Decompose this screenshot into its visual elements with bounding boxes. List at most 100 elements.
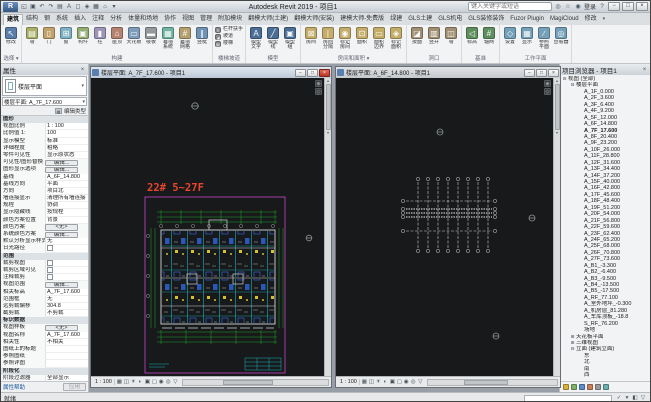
ribbon-panel-label[interactable]: 房间和面积 ▾ (303, 55, 404, 63)
view-minimize-button[interactable]: − (295, 69, 306, 77)
view-canvas[interactable]: ◉ ◎ ▴ ▾ (336, 78, 560, 376)
ribbon-panel-label[interactable]: 基准 (464, 55, 497, 63)
ribbon-button[interactable]: ◉ 标记 房间 (337, 26, 353, 50)
view-control-icon[interactable]: ◉ (403, 379, 410, 385)
maximize-button[interactable]: □ (622, 2, 634, 11)
property-value[interactable]: 304.8 (45, 303, 88, 310)
ribbon-button[interactable]: # 幕墙 网格 (177, 26, 193, 50)
scrollbar-thumb[interactable] (223, 380, 272, 385)
property-row[interactable]: 显示模型 标准 (1, 138, 88, 145)
property-value[interactable] (45, 267, 88, 274)
help-icon[interactable]: ? (598, 2, 606, 12)
view-control-icon[interactable]: ◫ (368, 379, 375, 385)
ribbon-button[interactable]: ∥ 竖梃 (194, 26, 210, 50)
zoom-icon[interactable]: ◎ (315, 88, 322, 95)
view-control-icon[interactable]: ◐ (137, 379, 144, 385)
workset-field[interactable] (524, 395, 612, 402)
property-value[interactable]: 编辑... (45, 232, 78, 238)
ribbon-tab[interactable]: 建模大师-免费版 (337, 14, 387, 25)
ribbon-button[interactable]: ▦ 幕墙 系统 (160, 26, 176, 50)
ribbon-tab[interactable]: 插入 (71, 14, 89, 25)
close-button[interactable]: × (636, 2, 648, 11)
qat-icon[interactable]: ◈ (83, 2, 91, 12)
qat-icon[interactable]: ▤ (56, 2, 64, 12)
ribbon-panel-label[interactable]: 工作平面 (502, 55, 569, 63)
ribbon-tab[interactable]: MagiCloud (547, 14, 582, 25)
ribbon-button[interactable]: ▬ 楼板 (143, 26, 159, 50)
ribbon-button[interactable]: ⊞ 窗 (58, 26, 74, 50)
edit-type-button[interactable]: 编辑类型 (64, 107, 86, 115)
property-row[interactable]: 相关标高 A_7F_17.600 (1, 289, 88, 296)
ribbon-tab[interactable]: 修改 (582, 14, 600, 25)
view-control-icon[interactable]: ▢ (396, 379, 403, 385)
view-canvas[interactable]: 22# 5~27F (91, 78, 331, 376)
browser-tool-icon[interactable] (603, 384, 609, 390)
view-control-icon[interactable]: ▣ (389, 379, 396, 385)
property-value[interactable]: 显示原状态 (45, 152, 88, 159)
property-row[interactable]: 颜色方案位置 背景 (1, 217, 88, 224)
property-value[interactable]: 编辑... (45, 167, 78, 173)
ribbon-panel-label[interactable]: 洞口 (409, 55, 459, 63)
property-value[interactable]: 平面 (45, 181, 88, 188)
ribbon-tab[interactable]: 结构 (23, 14, 41, 25)
ribbon-button[interactable]: ◪ 按面 (409, 26, 425, 50)
scrollbar-thumb[interactable] (464, 380, 508, 385)
property-row[interactable]: 图纸上的标题 (1, 346, 88, 353)
property-row[interactable]: 可见性/图形替换 编辑... (1, 159, 88, 166)
statusbar-icon[interactable]: ▽ (639, 395, 647, 401)
property-value[interactable] (45, 353, 88, 360)
property-value[interactable]: 标准 (45, 138, 88, 145)
property-row[interactable]: 颜色方案 <无> (1, 224, 88, 231)
property-row[interactable]: 系统颜色方案 编辑... (1, 231, 88, 238)
vertical-scrollbar[interactable]: ▴ ▾ (553, 78, 560, 376)
navigation-wheel-icon[interactable]: ◉ (315, 80, 322, 87)
ribbon-tab[interactable]: 系统 (53, 14, 71, 25)
ribbon-button[interactable]: ◎ 查看器 (553, 26, 569, 50)
ribbon-button[interactable]: ▣ 构件 (75, 26, 91, 50)
minimize-button[interactable]: − (608, 2, 620, 11)
property-row[interactable]: 范围 (1, 253, 88, 260)
property-value[interactable]: 100 (45, 130, 88, 137)
property-value[interactable] (45, 360, 88, 367)
property-value[interactable]: 按规程 (45, 209, 88, 216)
property-value[interactable]: A_6F_14.800 (45, 174, 88, 181)
property-value[interactable]: 清理所有墙连接 (45, 195, 88, 202)
property-row[interactable]: 视图范围 编辑... (1, 281, 88, 288)
ribbon-tab[interactable]: 视图 (179, 14, 197, 25)
ribbon-button[interactable]: ▭ 天花板 (126, 26, 142, 50)
ribbon-button[interactable]: ⌂ 屋顶 (109, 26, 125, 50)
property-row[interactable]: 图形显示选项 编辑... (1, 166, 88, 173)
ribbon-button[interactable]: ▮ 柱 (92, 26, 108, 50)
ribbon-button[interactable]: ◢ 坡道 (215, 33, 233, 40)
property-value[interactable]: 背景 (45, 217, 88, 224)
instance-selector[interactable]: 楼层平面: A_7F_17.600 ▾ (2, 97, 87, 106)
browser-item[interactable]: 西 (560, 372, 650, 378)
property-row[interactable]: 裁剪视图 (1, 260, 88, 267)
property-value[interactable]: A_7F_17.600 (45, 289, 88, 296)
view-scale[interactable]: 1 : 100 (338, 379, 360, 385)
property-value[interactable]: 编辑... (45, 160, 78, 166)
ribbon-button[interactable]: ⊠ 房间 (303, 26, 319, 50)
qat-icon[interactable]: ▾ (110, 2, 118, 12)
horizontal-scrollbar[interactable] (427, 379, 558, 386)
view-control-icon[interactable]: ▣ (144, 379, 151, 385)
property-row[interactable]: 裁剪区域可见 (1, 267, 88, 274)
revit-app-button[interactable]: R (3, 2, 18, 12)
property-row[interactable]: 日光路径 (1, 245, 88, 252)
property-row[interactable]: 范围框 无 (1, 296, 88, 303)
property-value[interactable]: 粗略 (45, 145, 88, 152)
ribbon-tab[interactable]: GLS装修装饰 (465, 14, 507, 25)
ribbon-tab[interactable]: 注释 (89, 14, 107, 25)
qat-icon[interactable]: ↶ (38, 2, 46, 12)
ribbon-tab[interactable]: 管理 (197, 14, 215, 25)
ribbon-button[interactable]: ∕ 参照 平面 (536, 26, 552, 50)
property-row[interactable]: 基线方向 平面 (1, 181, 88, 188)
qat-icon[interactable]: ◻ (74, 2, 82, 12)
ribbon-button[interactable]: ╱ 模型 线 (265, 26, 281, 50)
scroll-down-icon[interactable]: ▾ (327, 130, 329, 136)
ribbon-button[interactable]: ▯ 门 (41, 26, 57, 50)
ribbon-tab[interactable]: 协作 (161, 14, 179, 25)
ribbon-button[interactable]: ▤ 楼梯 (215, 40, 233, 47)
ribbon-button[interactable]: ◫ 墙 (443, 26, 459, 50)
view-close-button[interactable]: × (319, 69, 330, 77)
